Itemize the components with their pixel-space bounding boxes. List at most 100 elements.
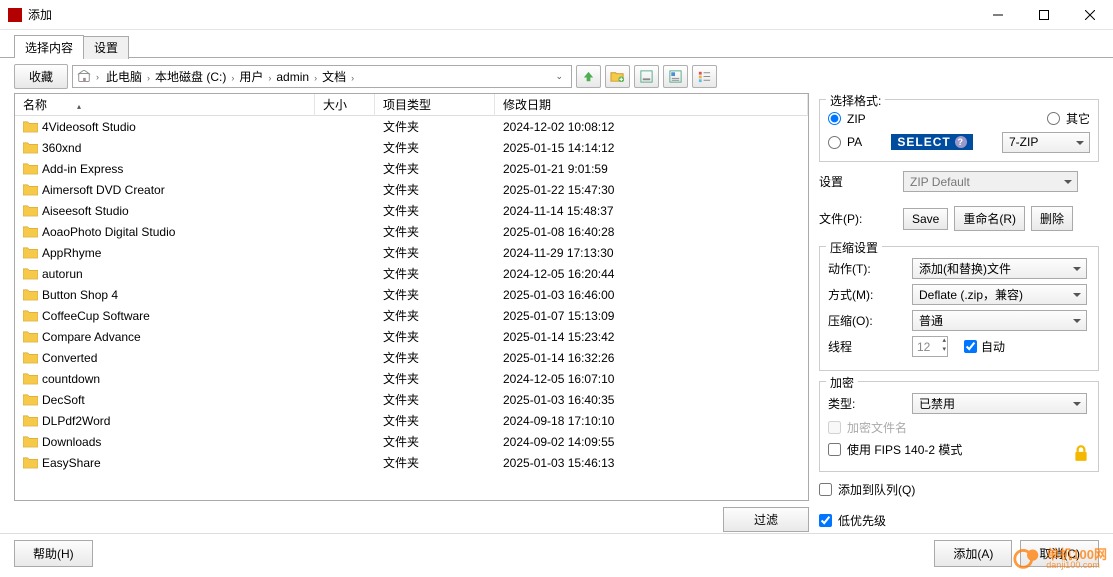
file-type: 文件夹 <box>375 265 495 282</box>
view-list-icon[interactable] <box>663 65 688 88</box>
maximize-button[interactable] <box>1021 0 1067 30</box>
close-button[interactable] <box>1067 0 1113 30</box>
format-group: 选择格式: ZIP 其它 PA SELECT? 7-ZIP <box>819 99 1099 162</box>
level-select[interactable]: 普通 <box>912 310 1087 331</box>
radio-pa[interactable]: PA <box>828 135 862 149</box>
file-row[interactable]: countdown文件夹2024-12-05 16:07:10 <box>15 368 808 389</box>
file-type: 文件夹 <box>375 433 495 450</box>
column-type[interactable]: 项目类型 <box>375 93 495 116</box>
file-row[interactable]: DecSoft文件夹2025-01-03 16:40:35 <box>15 389 808 410</box>
file-name: Converted <box>42 351 97 365</box>
chevron-icon: › <box>144 73 153 83</box>
breadcrumb-segment[interactable]: 文档 <box>320 70 348 84</box>
file-type: 文件夹 <box>375 139 495 156</box>
help-icon: ? <box>955 136 967 148</box>
file-type: 文件夹 <box>375 454 495 471</box>
view-large-icon[interactable] <box>634 65 659 88</box>
delete-button[interactable]: 删除 <box>1031 206 1073 231</box>
other-format-select[interactable]: 7-ZIP <box>1002 132 1090 153</box>
bottom-bar: 帮助(H) 添加(A) 取消(C) <box>0 533 1113 573</box>
chevron-icon: › <box>228 73 237 83</box>
folder-icon <box>23 288 38 301</box>
file-row[interactable]: Compare Advance文件夹2025-01-14 15:23:42 <box>15 326 808 347</box>
enc-filename-checkbox[interactable]: 加密文件名 <box>828 419 1090 436</box>
file-type: 文件夹 <box>375 286 495 303</box>
folder-icon <box>23 204 38 217</box>
action-select[interactable]: 添加(和替换)文件 <box>912 258 1087 279</box>
file-date: 2024-09-18 17:10:10 <box>495 414 808 428</box>
favorites-button[interactable]: 收藏 <box>14 64 68 89</box>
threads-stepper[interactable]: 12 <box>912 336 948 357</box>
file-row[interactable]: 360xnd文件夹2025-01-15 14:14:12 <box>15 137 808 158</box>
breadcrumb-bar[interactable]: › 此电脑›本地磁盘 (C:)›用户›admin›文档› ⌄ <box>72 65 572 88</box>
file-row[interactable]: AoaoPhoto Digital Studio文件夹2025-01-08 16… <box>15 221 808 242</box>
folder-icon <box>23 414 38 427</box>
folder-icon <box>23 393 38 406</box>
file-row[interactable]: 4Videosoft Studio文件夹2024-12-02 10:08:12 <box>15 116 808 137</box>
view-details-icon[interactable] <box>692 65 717 88</box>
file-row[interactable]: EasyShare文件夹2025-01-03 15:46:13 <box>15 452 808 473</box>
breadcrumb-segment[interactable]: 此电脑 <box>104 70 144 84</box>
file-row[interactable]: Aimersoft DVD Creator文件夹2025-01-22 15:47… <box>15 179 808 200</box>
file-row[interactable]: Aiseesoft Studio文件夹2024-11-14 15:48:37 <box>15 200 808 221</box>
rename-button[interactable]: 重命名(R) <box>954 206 1025 231</box>
radio-zip[interactable]: ZIP <box>828 112 866 126</box>
filter-button[interactable]: 过滤 <box>723 507 809 532</box>
file-row[interactable]: CoffeeCup Software文件夹2025-01-07 15:13:09 <box>15 305 808 326</box>
app-icon <box>8 8 22 22</box>
column-name[interactable]: 名称▴ <box>15 93 315 116</box>
file-row[interactable]: Button Shop 4文件夹2025-01-03 16:46:00 <box>15 284 808 305</box>
side-panel: 选择格式: ZIP 其它 PA SELECT? 7-ZIP 设置 ZIP Def… <box>819 93 1099 538</box>
file-name: Downloads <box>42 435 101 449</box>
file-list[interactable]: 名称▴ 大小 项目类型 修改日期 4Videosoft Studio文件夹202… <box>14 93 809 501</box>
new-folder-button[interactable] <box>605 65 630 88</box>
file-date: 2025-01-03 15:46:13 <box>495 456 808 470</box>
file-row[interactable]: autorun文件夹2024-12-05 16:20:44 <box>15 263 808 284</box>
file-date: 2024-11-14 15:48:37 <box>495 204 808 218</box>
breadcrumb-segment[interactable]: 本地磁盘 (C:) <box>153 70 228 84</box>
breadcrumb-segment[interactable]: admin <box>274 70 311 84</box>
tab-settings[interactable]: 设置 <box>83 36 129 59</box>
chevron-icon: › <box>311 73 320 83</box>
file-row[interactable]: DLPdf2Word文件夹2024-09-18 17:10:10 <box>15 410 808 431</box>
add-to-queue-checkbox[interactable]: 添加到队列(Q) <box>819 481 1099 498</box>
breadcrumb-segment[interactable]: 用户 <box>237 70 265 84</box>
file-row[interactable]: Converted文件夹2025-01-14 16:32:26 <box>15 347 808 368</box>
up-folder-button[interactable] <box>576 65 601 88</box>
folder-icon <box>23 456 38 469</box>
settings-label: 设置 <box>819 173 897 190</box>
folder-icon <box>23 351 38 364</box>
tab-content[interactable]: 选择内容 <box>14 35 84 58</box>
encryption-group-title: 加密 <box>826 374 858 391</box>
file-row[interactable]: AppRhyme文件夹2024-11-29 17:13:30 <box>15 242 808 263</box>
low-priority-checkbox[interactable]: 低优先级 <box>819 512 1099 529</box>
file-date: 2025-01-07 15:13:09 <box>495 309 808 323</box>
auto-threads-checkbox[interactable]: 自动 <box>964 338 1005 355</box>
breadcrumb-dropdown[interactable]: ⌄ <box>551 71 567 82</box>
fips-checkbox[interactable]: 使用 FIPS 140-2 模式 <box>828 441 1090 458</box>
file-name: Add-in Express <box>42 162 123 176</box>
cancel-button[interactable]: 取消(C) <box>1020 540 1099 567</box>
column-date[interactable]: 修改日期 <box>495 93 808 116</box>
select-badge[interactable]: SELECT? <box>891 134 972 150</box>
file-type: 文件夹 <box>375 223 495 240</box>
chevron-icon: › <box>348 73 357 83</box>
minimize-button[interactable] <box>975 0 1021 30</box>
file-list-header: 名称▴ 大小 项目类型 修改日期 <box>15 94 808 116</box>
method-select[interactable]: Deflate (.zip，兼容) <box>912 284 1087 305</box>
save-button[interactable]: Save <box>903 208 948 230</box>
add-button[interactable]: 添加(A) <box>934 540 1012 567</box>
file-type: 文件夹 <box>375 412 495 429</box>
settings-preset-select[interactable]: ZIP Default <box>903 171 1078 192</box>
file-type: 文件夹 <box>375 307 495 324</box>
file-row[interactable]: Downloads文件夹2024-09-02 14:09:55 <box>15 431 808 452</box>
file-date: 2025-01-03 16:46:00 <box>495 288 808 302</box>
help-button[interactable]: 帮助(H) <box>14 540 93 567</box>
format-group-title: 选择格式: <box>826 92 885 109</box>
column-size[interactable]: 大小 <box>315 93 375 116</box>
file-date: 2024-12-05 16:20:44 <box>495 267 808 281</box>
file-row[interactable]: Add-in Express文件夹2025-01-21 9:01:59 <box>15 158 808 179</box>
enc-type-select[interactable]: 已禁用 <box>912 393 1087 414</box>
radio-other[interactable]: 其它 <box>1047 110 1090 127</box>
home-icon[interactable] <box>77 70 91 84</box>
